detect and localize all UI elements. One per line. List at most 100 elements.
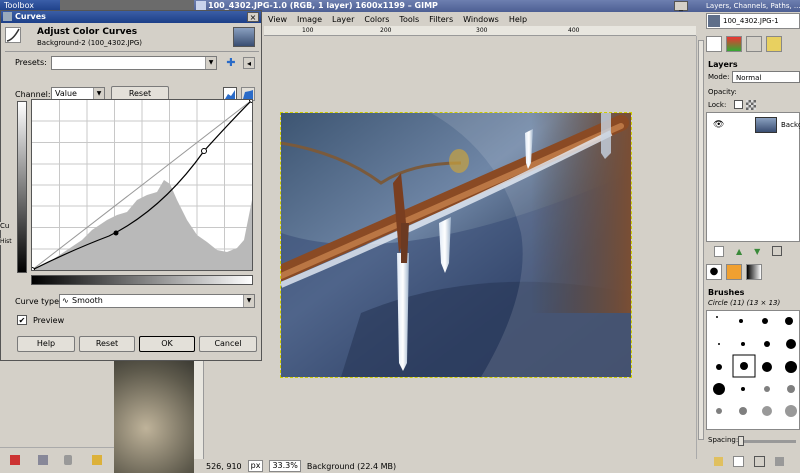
duplicate-layer-icon[interactable] [772, 246, 783, 256]
duplicate-brush-icon[interactable] [754, 455, 765, 467]
ruler-label-400: 400 [568, 27, 580, 34]
curve-type-label: Curve type: [15, 297, 62, 306]
folder-icon[interactable] [92, 455, 102, 465]
menu-image[interactable]: Image [297, 15, 322, 24]
spacing-slider[interactable] [738, 436, 796, 446]
lock-alpha-icon[interactable] [746, 100, 756, 110]
pointer-coords: 526, 910 [206, 461, 242, 471]
layer-row[interactable]: 👁 Backg [707, 115, 800, 135]
ruler-horizontal[interactable]: 100 200 300 400 [264, 26, 696, 36]
lower-layer-icon[interactable]: ▼ [754, 247, 760, 256]
ruler-label-200: 200 [380, 27, 392, 34]
reset-button[interactable]: Reset [79, 336, 135, 352]
delete-icon[interactable] [64, 455, 72, 465]
presets-label: Presets: [15, 58, 47, 67]
visibility-eye-icon[interactable]: 👁 [713, 120, 724, 130]
channel-value: Value [55, 89, 77, 98]
add-preset-icon[interactable]: ✚ [225, 57, 237, 69]
curve-type-value: Smooth [72, 296, 103, 305]
brush-info: Circle (11) (13 × 13) [708, 299, 781, 307]
patterns-tab-icon[interactable] [726, 264, 742, 280]
dock-tabs [706, 36, 798, 52]
undo-tab-icon[interactable] [766, 36, 782, 52]
menu-view[interactable]: View [268, 15, 287, 24]
close-icon[interactable]: × [247, 12, 259, 22]
dialog-subheading: Background-2 (100_4302.JPG) [37, 39, 143, 47]
brushes-buttons [706, 452, 800, 470]
mode-value: Normal [736, 74, 762, 82]
curve-graph[interactable] [29, 97, 255, 273]
layers-heading: Layers [708, 60, 738, 69]
delete-brush-icon[interactable] [775, 456, 784, 466]
toolbox-panel [0, 361, 114, 473]
curves-dialog: Curves × Adjust Color Curves Background-… [0, 10, 262, 361]
brushes-heading: Brushes [708, 288, 745, 297]
lock-label: Lock: [708, 101, 727, 109]
document-red-icon[interactable] [10, 455, 20, 465]
layers-buttons: ▲ ▼ [706, 244, 800, 258]
paths-tab-icon[interactable] [746, 36, 762, 52]
image-thumbnail [233, 27, 255, 47]
image-selector[interactable]: 100_4302.JPG-1 [706, 13, 800, 29]
mode-combo[interactable]: Normal [732, 71, 800, 83]
channel-label: Channel: [15, 90, 51, 99]
menu-layer[interactable]: Layer [332, 15, 354, 24]
spacing-label: Spacing: [708, 436, 739, 444]
gradients-tab-icon[interactable] [746, 264, 762, 280]
menu-colors[interactable]: Colors [364, 15, 389, 24]
menu-help[interactable]: Help [509, 15, 527, 24]
smooth-curve-icon: ∿ [62, 296, 69, 305]
slider-handle[interactable] [738, 436, 744, 446]
minimize-button[interactable]: _ [674, 1, 688, 11]
zoom-select[interactable]: 33.3% [269, 460, 301, 472]
dock-titlebar: Layers, Channels, Paths, ... [704, 0, 800, 12]
curve-graph-svg [29, 97, 255, 273]
save-icon[interactable] [38, 455, 48, 465]
curve-type-combo[interactable]: ∿ Smooth ▼ [59, 294, 255, 308]
ruler-label-300: 300 [476, 27, 488, 34]
new-layer-icon[interactable] [714, 245, 724, 257]
image-selector-name: 100_4302.JPG-1 [723, 17, 779, 25]
raise-layer-icon[interactable]: ▲ [736, 247, 742, 256]
layers-tab-icon[interactable] [706, 36, 722, 52]
vertical-scrollbar[interactable] [696, 36, 704, 459]
ruler-label-100: 100 [302, 27, 314, 34]
curves-titlebar[interactable]: Curves [1, 11, 261, 23]
dialog-heading: Adjust Color Curves [37, 27, 138, 37]
brush-tabs: ● [706, 264, 798, 282]
edit-brush-icon[interactable] [714, 456, 723, 466]
brushes-grid[interactable] [706, 310, 800, 430]
menu-filters[interactable]: Filters [429, 15, 453, 24]
menu-tools[interactable]: Tools [399, 15, 419, 24]
layer-name: Backg [781, 121, 800, 129]
image-window: 100_4302.JPG-1.0 (RGB, 1 layer) 1600x119… [194, 0, 704, 473]
preset-menu-icon[interactable]: ◂ [243, 57, 255, 69]
opacity-label: Opacity: [708, 88, 737, 96]
menu-windows[interactable]: Windows [463, 15, 499, 24]
status-bar: 526, 910 px 33.3% Background (22.4 MB) [194, 459, 704, 473]
ok-button[interactable]: OK [139, 336, 195, 352]
image-thumbnail [708, 15, 720, 27]
cancel-button[interactable]: Cancel [199, 336, 257, 352]
curve-point[interactable] [113, 230, 119, 236]
preview-checkbox[interactable]: ✔ [17, 315, 27, 325]
mode-label: Mode: [708, 73, 730, 81]
new-brush-icon[interactable] [733, 455, 744, 467]
curve-point[interactable] [201, 148, 207, 154]
unit-select[interactable]: px [247, 460, 264, 472]
canvas-area[interactable] [204, 36, 696, 459]
background-image-fragment [114, 361, 194, 473]
vertical-gradient-bar [17, 101, 27, 273]
image-window-titlebar: 100_4302.JPG-1.0 (RGB, 1 layer) 1600x119… [194, 0, 704, 12]
presets-combo[interactable]: ▼ [51, 56, 217, 70]
brushes-tab-icon[interactable]: ● [706, 264, 722, 280]
menubar: View Image Layer Colors Tools Filters Wi… [194, 12, 704, 26]
curves-window-title: Curves [15, 12, 46, 21]
layers-list[interactable]: 👁 Backg [706, 112, 800, 242]
separator [5, 51, 259, 52]
channels-tab-icon[interactable] [726, 36, 742, 52]
horizontal-gradient-bar [31, 275, 253, 285]
lock-pixels-checkbox[interactable] [734, 100, 743, 109]
image-photo[interactable] [280, 112, 632, 378]
help-button[interactable]: Help [17, 336, 75, 352]
